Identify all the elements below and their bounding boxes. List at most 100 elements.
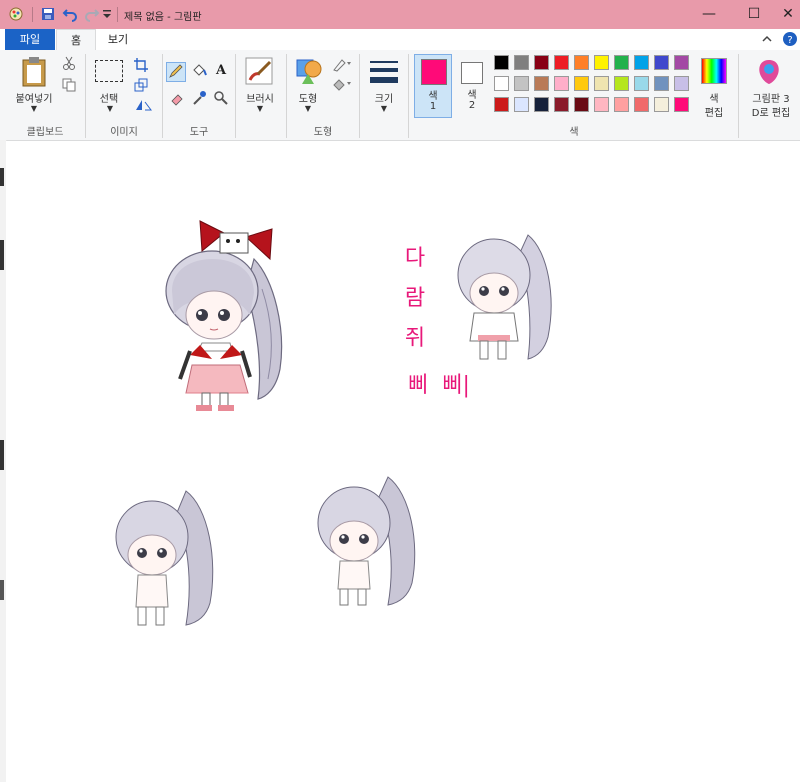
edge-artifact [0,580,4,600]
group-label-colors: 색 [569,127,579,138]
paint3d-label-2[interactable]: D로 편집 [744,104,798,119]
handwriting-char: 다 [404,246,426,271]
pencil-tool-icon[interactable] [166,62,186,82]
palette-swatch[interactable] [574,76,589,91]
palette-swatch[interactable] [674,76,689,91]
outline-icon[interactable] [332,58,352,72]
edge-artifact [0,240,4,270]
clipboard-icon[interactable] [20,56,48,88]
brushes-button[interactable]: 브러시 [238,90,282,105]
color2-number: 2 [468,100,476,111]
cut-icon[interactable] [62,56,76,70]
maximize-button[interactable]: ☐ [731,0,777,29]
color1-button[interactable]: 색 1 [414,54,452,118]
palette-swatch[interactable] [494,76,509,91]
select-rectangle-icon[interactable] [95,60,123,82]
tab-view[interactable]: 보기 [98,29,138,50]
palette-swatch[interactable] [514,76,529,91]
color2-label: 색 [467,90,477,101]
palette-swatch[interactable] [514,55,529,70]
drawing-canvas[interactable]: 다 람 쥐 삐 삐| [6,141,800,782]
palette-swatch[interactable] [554,55,569,70]
edit-colors-label-1[interactable]: 색 [698,90,730,105]
palette-swatch[interactable] [674,55,689,70]
palette-swatch[interactable] [574,97,589,112]
palette-swatch[interactable] [634,76,649,91]
window-title: 제목 없음 - 그림판 [124,12,202,23]
magnifier-icon[interactable] [212,90,230,108]
palette-swatch[interactable] [634,55,649,70]
paint3d-icon[interactable] [756,58,782,86]
ribbon-tabs: 파일 홈 보기 ? [0,29,800,51]
palette-swatch[interactable] [554,76,569,91]
tab-home[interactable]: 홈 [56,29,96,51]
collapse-ribbon-icon[interactable] [760,32,774,46]
palette-swatch[interactable] [594,55,609,70]
svg-text:?: ? [787,35,792,46]
palette-swatch[interactable] [614,55,629,70]
fill-bucket-icon[interactable] [190,62,208,80]
size-button[interactable]: 크기 [366,90,402,105]
rotate-icon[interactable] [134,98,152,112]
group-separator [162,54,163,138]
group-label-shapes: 도형 [313,127,333,138]
palette-swatch[interactable] [614,76,629,91]
palette-swatch[interactable] [494,97,509,112]
crop-icon[interactable] [134,58,148,72]
shapes-dropdown-icon[interactable]: ▼ [298,104,318,113]
edit-colors-label-2[interactable]: 편집 [698,104,730,119]
palette-swatch[interactable] [614,97,629,112]
handwriting-char: 쥐 [404,326,426,351]
palette-swatch[interactable] [654,55,669,70]
palette-swatch[interactable] [514,97,529,112]
paint3d-label-1[interactable]: 그림판 3 [744,90,798,105]
resize-icon[interactable] [134,78,148,92]
group-label-clipboard: 클립보드 [26,127,64,138]
edit-colors-icon[interactable] [701,58,727,84]
eraser-icon[interactable] [168,90,186,108]
select-dropdown-icon[interactable]: ▼ [100,104,120,113]
palette-swatch[interactable] [534,97,549,112]
quick-access-dropdown-icon[interactable] [102,8,112,20]
palette-swatch[interactable] [574,55,589,70]
color1-swatch [421,59,447,85]
color-picker-icon[interactable] [190,90,208,108]
ribbon: 붙여넣기 ▼ 클립보드 선택 ▼ 이미지 A 도구 브러시 ▼ 도형 ▼ 도형 … [0,50,800,141]
redo-icon[interactable] [84,6,100,22]
palette-swatch[interactable] [554,97,569,112]
color-palette [494,55,694,117]
palette-swatch[interactable] [654,97,669,112]
text-tool-icon[interactable]: A [212,62,230,80]
group-separator [738,54,739,138]
handwriting-char: 람 [404,286,426,311]
fill-icon[interactable] [332,78,352,92]
paste-button[interactable]: 붙여넣기 [8,90,60,105]
palette-swatch[interactable] [594,76,609,91]
palette-swatch[interactable] [534,76,549,91]
palette-swatch[interactable] [674,97,689,112]
edge-artifact [0,440,4,470]
brush-icon[interactable] [244,56,274,86]
close-button[interactable]: ✕ [776,0,800,29]
select-button[interactable]: 선택 [92,90,126,105]
undo-icon[interactable] [62,6,78,22]
palette-swatch[interactable] [634,97,649,112]
handwriting-vertical: 다 람 쥐 [400,239,430,359]
copy-icon[interactable] [62,78,76,92]
brushes-dropdown-icon[interactable]: ▼ [250,104,270,113]
palette-swatch[interactable] [494,55,509,70]
shapes-button[interactable]: 도형 [290,90,326,105]
color2-button[interactable]: 색 2 [456,54,490,118]
size-dropdown-icon[interactable]: ▼ [374,104,394,113]
help-icon[interactable]: ? [782,31,798,47]
size-icon[interactable] [368,58,400,86]
palette-swatch[interactable] [594,97,609,112]
save-icon[interactable] [40,6,56,22]
shapes-icon[interactable] [294,56,324,86]
tab-file[interactable]: 파일 [5,29,55,50]
paste-dropdown-icon[interactable]: ▼ [24,104,44,113]
paint-app-icon[interactable] [8,6,24,22]
palette-swatch[interactable] [654,76,669,91]
minimize-button[interactable]: — [686,0,732,29]
palette-swatch[interactable] [534,55,549,70]
